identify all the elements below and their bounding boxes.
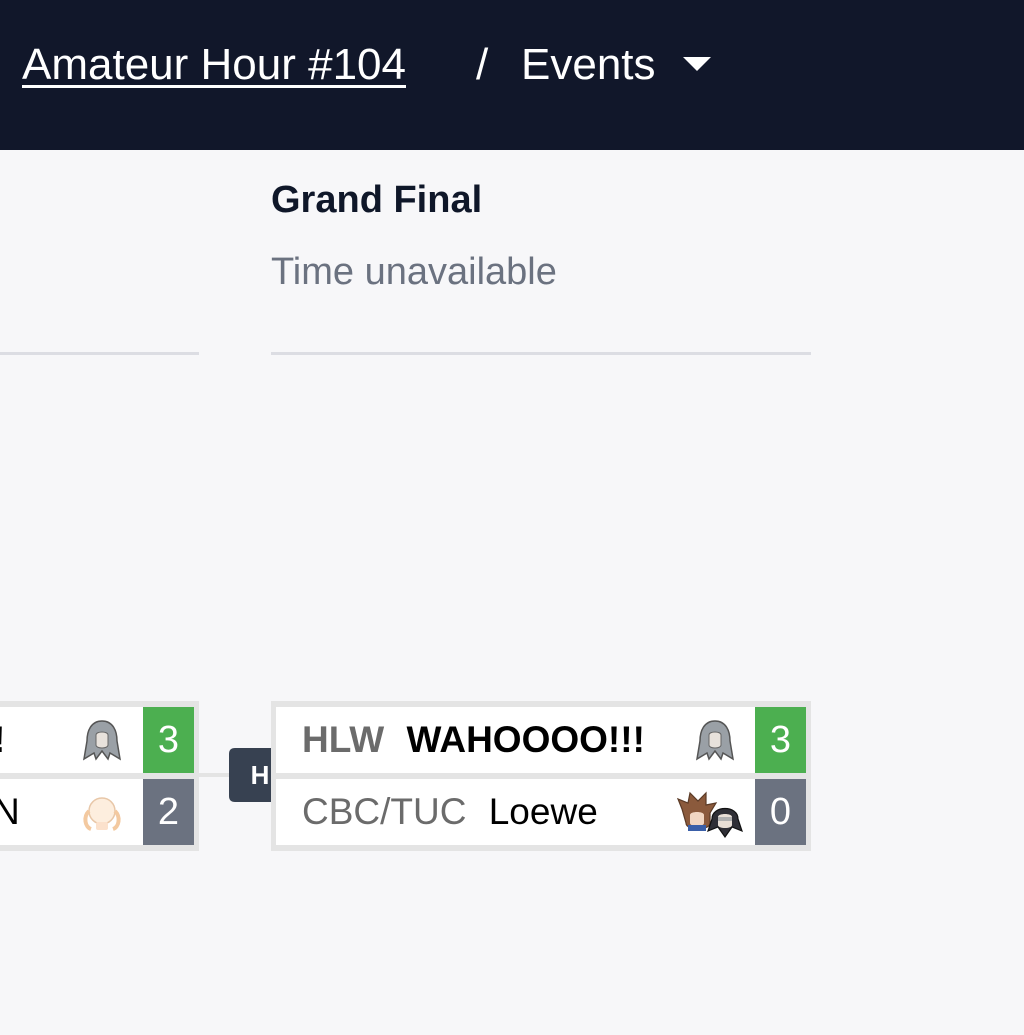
round-divider-left <box>0 352 199 355</box>
player-entry: CBC/TUC Loewe <box>302 779 598 845</box>
round-divider <box>271 352 811 355</box>
sephiroth-icon <box>82 720 122 761</box>
match-slot-bottom[interactable]: CBC/TUC Loewe 0 <box>276 779 806 845</box>
sponsor-prefix: HLW <box>302 719 385 760</box>
isabelle-icon <box>83 797 121 831</box>
score-box: 2 <box>143 779 194 845</box>
breadcrumb-separator: / <box>476 40 489 89</box>
sephiroth-icon <box>695 720 735 761</box>
player-name: N <box>0 791 20 832</box>
score-box: 3 <box>143 707 194 773</box>
round-time: Time unavailable <box>271 251 557 293</box>
sponsor-prefix: CBC/TUC <box>302 791 467 832</box>
player-tag: WAHOOOO!!! <box>406 719 645 760</box>
tournament-breadcrumb-link[interactable]: Amateur Hour #104 <box>22 38 406 92</box>
player-name: ! <box>0 707 5 773</box>
previous-match-card[interactable]: ! 3 N 2 <box>0 701 199 851</box>
grand-final-match-card[interactable]: HLW WAHOOOO!!! 3 CBC/TUC Loewe 0 <box>271 701 811 851</box>
score-box: 0 <box>755 779 806 845</box>
events-dropdown[interactable]: Events <box>521 38 656 92</box>
round-title: Grand Final <box>271 179 483 221</box>
player-tag: Loewe <box>488 791 598 832</box>
score-box: 3 <box>755 707 806 773</box>
match-slot-bottom[interactable]: N 2 <box>0 779 194 845</box>
top-navbar: Amateur Hour #104 / Events <box>0 0 1024 150</box>
player-entry: HLW WAHOOOO!!! <box>302 707 645 773</box>
joker-icon <box>707 807 743 839</box>
chevron-down-icon[interactable] <box>683 57 711 71</box>
match-slot-top[interactable]: ! 3 <box>0 707 194 773</box>
match-slot-top[interactable]: HLW WAHOOOO!!! 3 <box>276 707 806 773</box>
